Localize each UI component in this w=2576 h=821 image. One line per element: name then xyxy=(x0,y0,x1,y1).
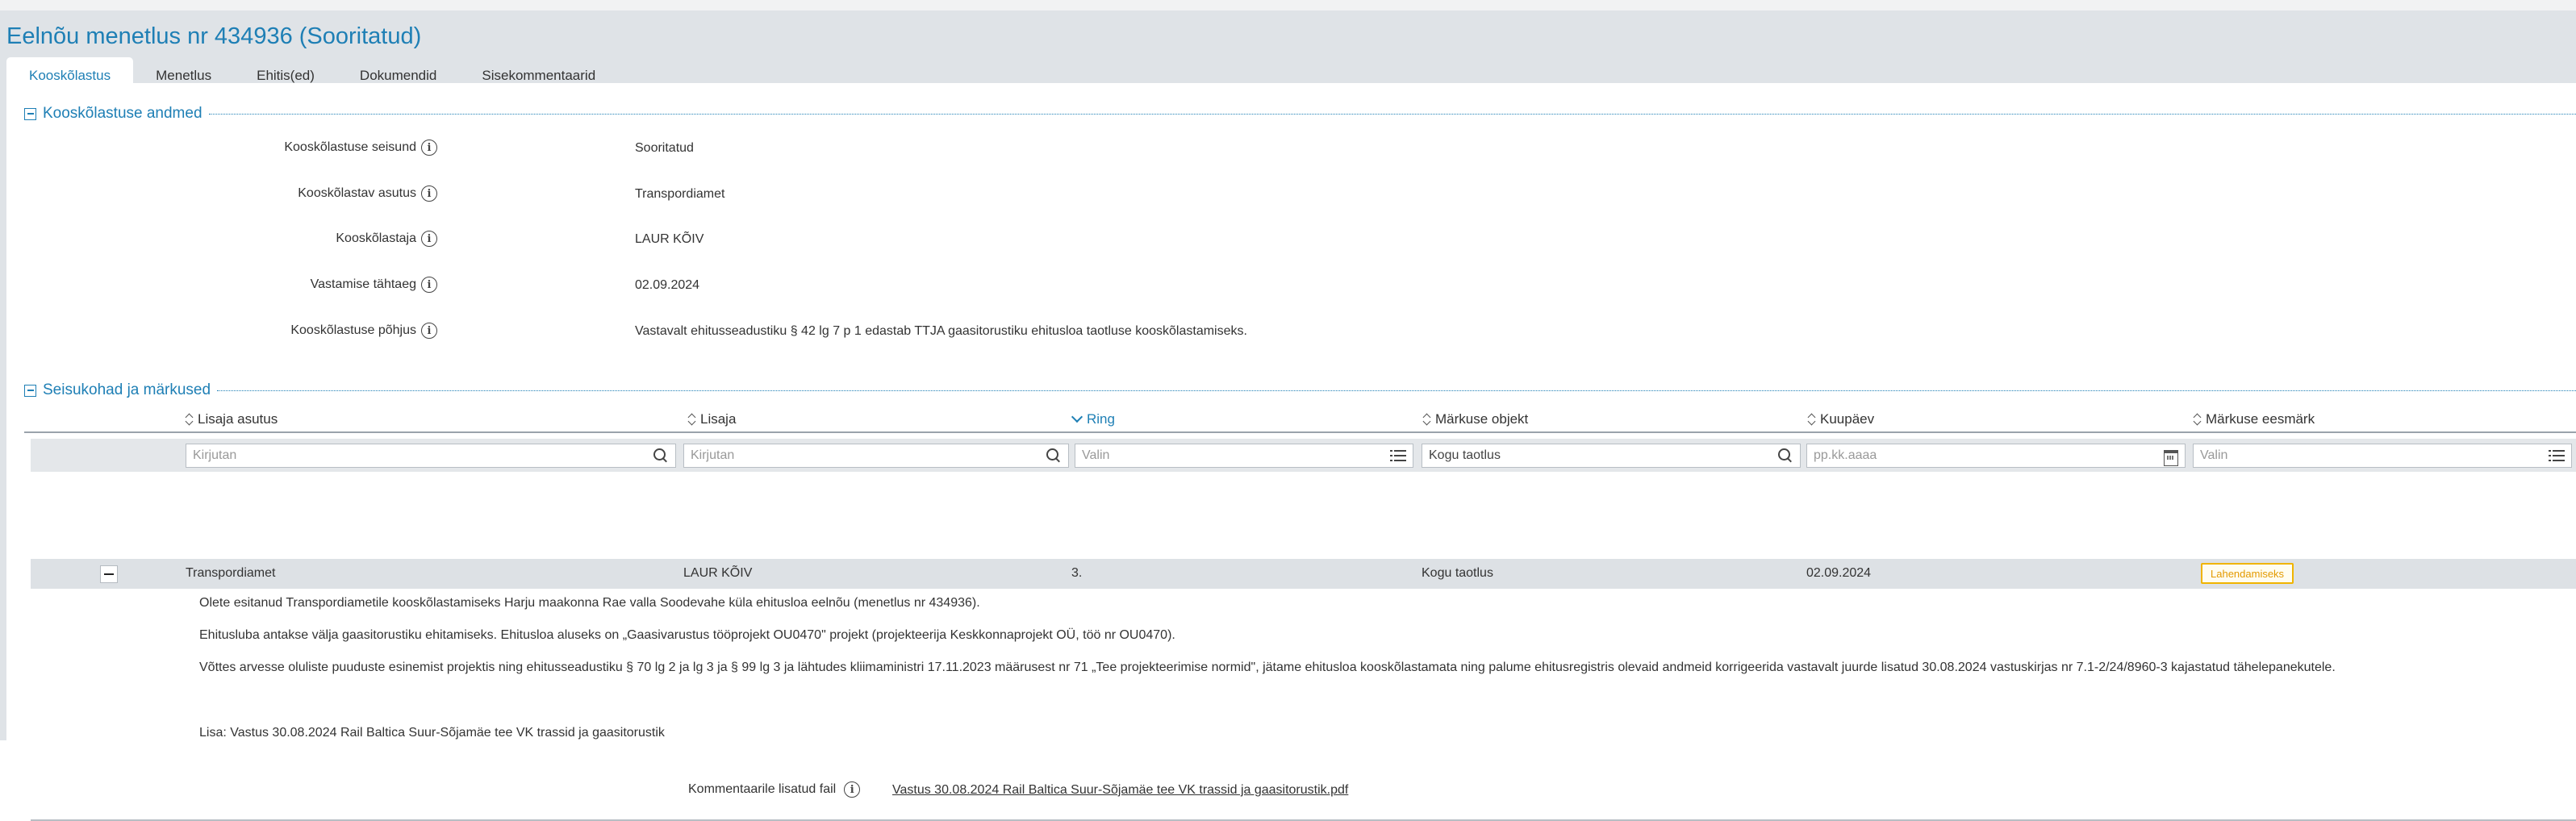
filter-round-select[interactable]: Valin xyxy=(1075,444,1413,468)
remark-attachment-note: Lisa: Vastus 30.08.2024 Rail Baltica Suu… xyxy=(199,726,665,740)
filter-value: Kogu taotlus xyxy=(1429,448,1501,462)
info-icon[interactable]: i xyxy=(421,140,437,156)
field-row-approver: Kooskõlastaja i LAUR KÕIV xyxy=(6,227,2427,252)
section-divider xyxy=(217,390,2576,391)
field-value-reason: Vastavalt ehitusseadustiku § 42 lg 7 p 1… xyxy=(635,324,1247,338)
cell-object: Kogu taotlus xyxy=(1422,566,1493,580)
column-header-label: Lisaja xyxy=(700,411,737,427)
cell-institution: Transpordiamet xyxy=(186,566,276,580)
sort-icon xyxy=(1808,412,1816,427)
sort-icon xyxy=(2194,412,2202,427)
field-label: Vastamise tähtaeg i xyxy=(311,277,437,293)
field-label-text: Kooskõlastuse põhjus xyxy=(290,323,416,337)
filter-institution-input[interactable]: Kirjutan xyxy=(186,444,676,468)
column-header-institution[interactable]: Lisaja asutus xyxy=(186,410,278,428)
info-icon[interactable]: i xyxy=(421,277,437,293)
approval-section-title: Kooskõlastuse andmed xyxy=(43,105,202,122)
column-header-object[interactable]: Märkuse objekt xyxy=(1423,410,1528,428)
list-icon[interactable] xyxy=(1390,448,1406,464)
info-icon[interactable]: i xyxy=(421,185,437,202)
remark-paragraph: Võttes arvesse oluliste puuduste esinemi… xyxy=(199,661,2336,674)
filter-placeholder: Kirjutan xyxy=(193,448,237,462)
search-icon[interactable] xyxy=(1777,448,1793,464)
approval-section-header: Kooskõlastuse andmed xyxy=(24,105,2576,123)
filter-row: Kirjutan Kirjutan Valin Kogu taotlus pp.… xyxy=(31,439,2576,472)
cell-round: 3. xyxy=(1071,566,1083,580)
column-header-label: Märkuse eesmärk xyxy=(2206,411,2315,427)
search-icon[interactable] xyxy=(1046,448,1062,464)
list-icon[interactable] xyxy=(2549,448,2565,464)
filter-placeholder: Valin xyxy=(1082,448,1110,462)
top-strip xyxy=(0,0,2576,10)
field-label: Kooskõlastav asutus i xyxy=(298,185,437,202)
filter-purpose-select[interactable]: Valin xyxy=(2193,444,2572,468)
field-row-status: Kooskõlastuse seisund i Sooritatud xyxy=(6,136,2427,160)
field-label: Kooskõlastuse seisund i xyxy=(284,140,437,156)
field-value-approver: LAUR KÕIV xyxy=(635,232,704,246)
column-header-label: Kuupäev xyxy=(1820,411,1875,427)
cell-author: LAUR KÕIV xyxy=(683,566,753,580)
filter-placeholder: Valin xyxy=(2200,448,2228,462)
filter-object-input[interactable]: Kogu taotlus xyxy=(1422,444,1801,468)
attachment-file-link[interactable]: Vastus 30.08.2024 Rail Baltica Suur-Sõja… xyxy=(892,783,1348,798)
field-row-deadline: Vastamise tähtaeg i 02.09.2024 xyxy=(6,273,2427,298)
minus-icon xyxy=(104,573,114,576)
field-label-text: Kooskõlastaja xyxy=(336,231,416,245)
field-label-text: Kooskõlastav asutus xyxy=(298,186,416,200)
filter-date-input[interactable]: pp.kk.aaaa xyxy=(1806,444,2186,468)
sort-icon xyxy=(186,412,194,427)
column-header-author[interactable]: Lisaja xyxy=(688,410,736,428)
filter-placeholder: pp.kk.aaaa xyxy=(1814,448,1877,462)
section-divider xyxy=(208,113,2576,115)
table-row[interactable]: Transpordiamet LAUR KÕIV 3. Kogu taotlus… xyxy=(31,559,2576,589)
field-label-text: Kooskõlastuse seisund xyxy=(284,140,416,154)
main-content: Kooskõlastuse andmed Kooskõlastuse seisu… xyxy=(6,83,2576,821)
minus-icon xyxy=(27,390,34,391)
remarks-section-header: Seisukohad ja märkused xyxy=(24,381,2576,399)
sort-desc-icon xyxy=(1071,412,1083,427)
field-value-deadline: 02.09.2024 xyxy=(635,278,700,292)
calendar-icon[interactable] xyxy=(2162,448,2178,466)
remark-paragraph: Olete esitanud Transpordiametile kooskõl… xyxy=(199,596,980,610)
remark-paragraph: Ehitusluba antakse välja gaasitorustiku … xyxy=(199,628,1175,642)
filter-author-input[interactable]: Kirjutan xyxy=(683,444,1069,468)
filter-placeholder: Kirjutan xyxy=(691,448,735,462)
field-label-text: Vastamise tähtaeg xyxy=(310,277,416,291)
field-label: Kooskõlastuse põhjus i xyxy=(290,323,437,339)
info-icon[interactable]: i xyxy=(421,231,437,247)
page-title: Eelnõu menetlus nr 434936 (Sooritatud) xyxy=(6,23,422,49)
column-header-purpose[interactable]: Märkuse eesmärk xyxy=(2194,410,2315,428)
attachment-label-text: Kommentaarile lisatud fail xyxy=(688,782,837,796)
collapse-remarks-section-button[interactable] xyxy=(24,384,36,397)
field-label: Kooskõlastaja i xyxy=(336,231,437,247)
attachment-label: Kommentaarile lisatud fail i xyxy=(688,781,861,798)
info-icon[interactable]: i xyxy=(421,323,437,339)
page-header: Eelnõu menetlus nr 434936 (Sooritatud) K… xyxy=(0,10,2576,94)
column-header-label: Lisaja asutus xyxy=(198,411,278,427)
info-icon[interactable]: i xyxy=(844,781,861,798)
sort-icon xyxy=(688,412,696,427)
collapse-row-button[interactable] xyxy=(100,565,118,583)
sort-icon xyxy=(1423,412,1431,427)
column-header-label: Märkuse objekt xyxy=(1435,411,1529,427)
field-row-reason: Kooskõlastuse põhjus i Vastavalt ehitusse… xyxy=(6,319,2427,344)
field-value-institution: Transpordiamet xyxy=(635,187,725,201)
purpose-badge: Lahendamiseks xyxy=(2201,563,2294,584)
column-header-round[interactable]: Ring xyxy=(1071,410,1115,428)
collapse-approval-section-button[interactable] xyxy=(24,107,36,120)
field-row-institution: Kooskõlastav asutus i Transpordiamet xyxy=(6,182,2427,206)
left-border xyxy=(0,83,6,740)
cell-date: 02.09.2024 xyxy=(1806,566,1872,580)
search-icon[interactable] xyxy=(653,448,669,464)
column-header-label: Ring xyxy=(1087,411,1115,427)
minus-icon xyxy=(27,113,34,115)
field-value-status: Sooritatud xyxy=(635,141,694,155)
column-header-date[interactable]: Kuupäev xyxy=(1808,410,1874,428)
table-header-divider xyxy=(24,431,2576,433)
remarks-section-title: Seisukohad ja märkused xyxy=(43,381,211,398)
